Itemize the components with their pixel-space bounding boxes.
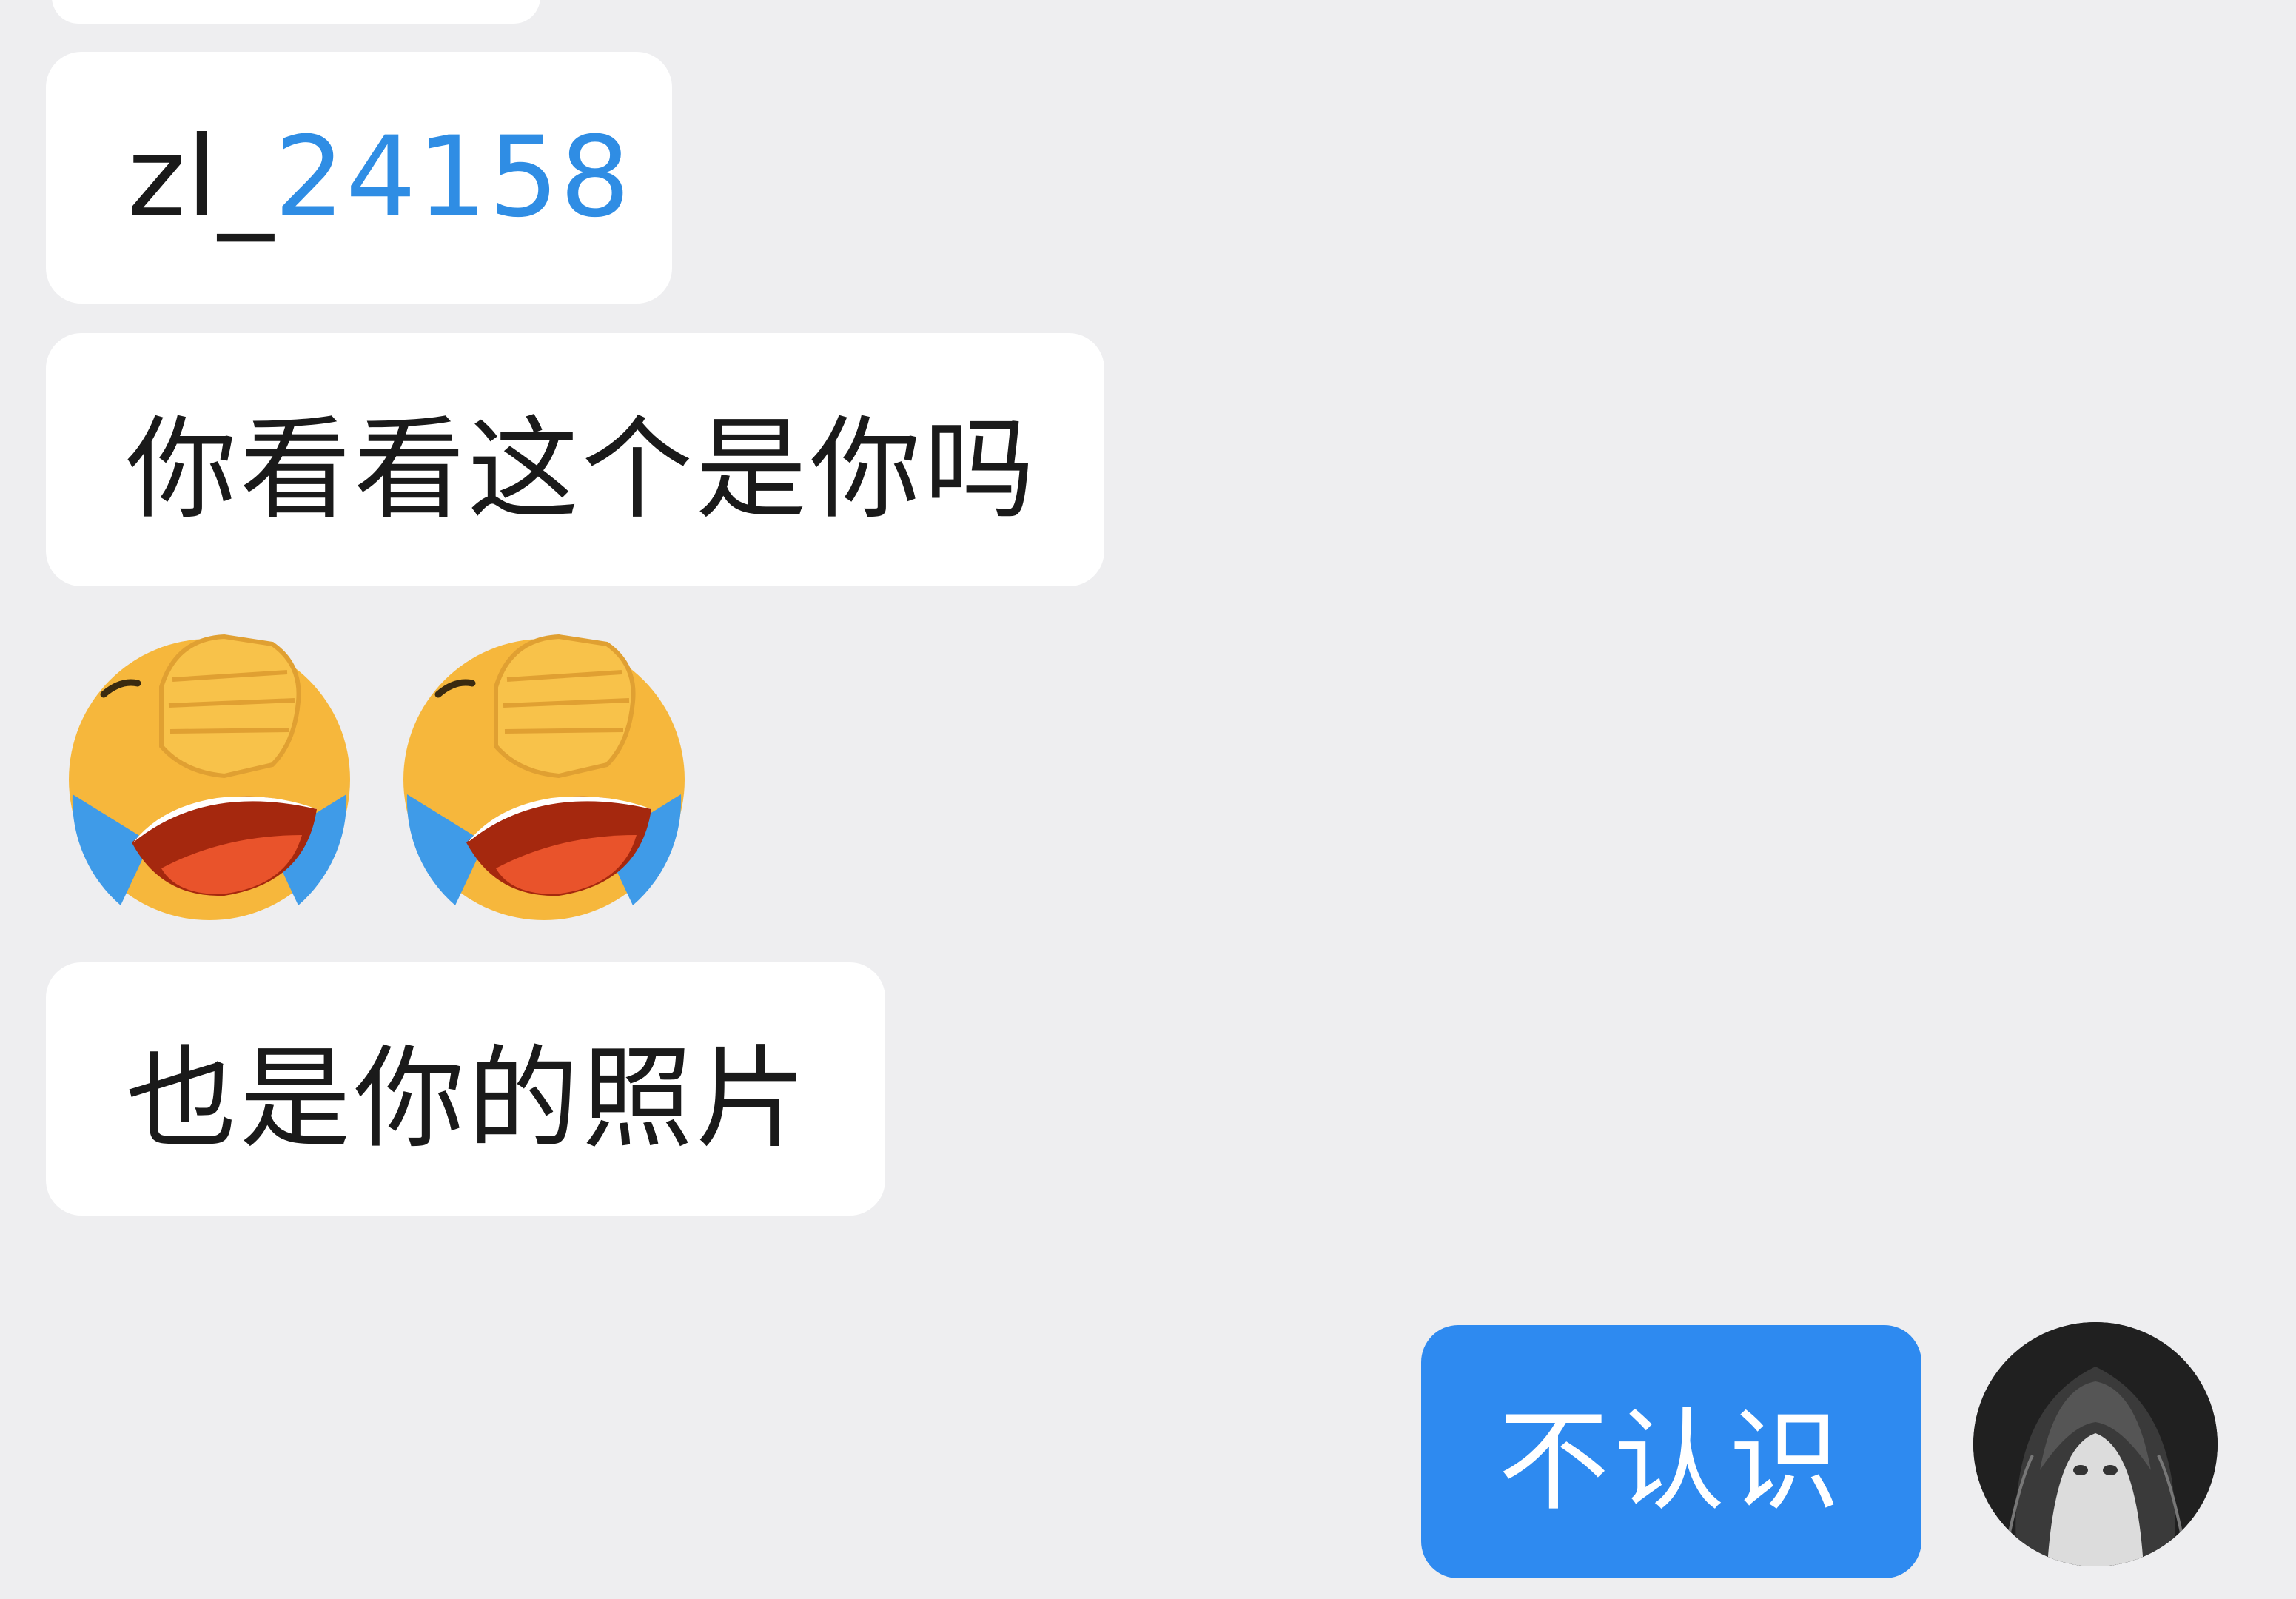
message-bubble-username[interactable]: zl_ 24158 — [46, 52, 672, 304]
user-avatar[interactable] — [1973, 1322, 2218, 1566]
message-text: zl_ — [127, 113, 275, 242]
message-bubble[interactable]: 也是你的照片 — [46, 962, 885, 1216]
facepalm-crying-emoji — [403, 634, 685, 920]
facepalm-crying-emoji — [69, 634, 350, 920]
message-text: 也是你的照片 — [126, 1034, 810, 1164]
message-text: 你看看这个是你吗 — [126, 405, 1038, 534]
message-link[interactable]: 24158 — [274, 113, 631, 242]
message-bubble[interactable]: 你看看这个是你吗 — [46, 333, 1104, 586]
outgoing-message-bubble[interactable]: 不认识 — [1421, 1325, 1921, 1578]
anime-girl-avatar-icon — [1973, 1322, 2218, 1566]
message-text: 不认识 — [1497, 1397, 1844, 1526]
message-bubble-cutoff[interactable] — [52, 0, 540, 24]
